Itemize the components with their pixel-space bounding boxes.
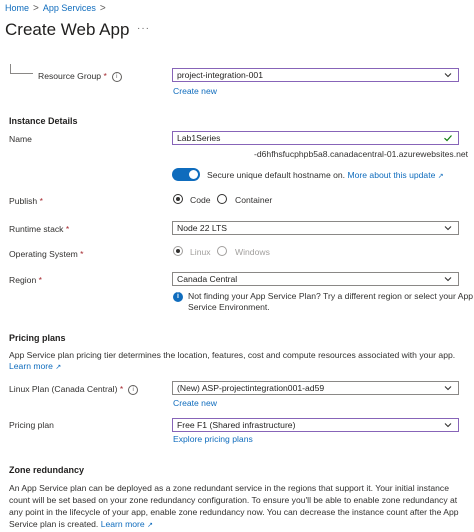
name-value: Lab1Series <box>177 133 221 143</box>
required-marker: * <box>39 196 43 206</box>
required-marker: * <box>80 249 84 259</box>
region-label-text: Region <box>9 275 37 285</box>
external-link-icon: ↗ <box>147 522 153 529</box>
zone-redundancy-line: An App Service plan can be deployed as a… <box>9 483 450 493</box>
explore-pricing-plans-link[interactable]: Explore pricing plans <box>173 434 253 444</box>
runtime-stack-label-text: Runtime stack <box>9 224 64 234</box>
more-about-update-link[interactable]: More about this update ↗ <box>347 170 443 180</box>
os-linux-radio[interactable] <box>173 246 183 256</box>
zone-learn-more-link[interactable]: Learn more ↗ <box>101 519 153 529</box>
zone-redundancy-line: count will be set based on your zone red… <box>9 495 458 505</box>
chevron-down-icon <box>444 423 452 428</box>
hostname-suffix: -d6hfhsfucphpb5a8.canadacentral-01.azure… <box>254 149 469 159</box>
breadcrumb-separator: > <box>33 3 39 14</box>
linux-plan-label-text: Linux Plan (Canada Central) <box>9 384 118 394</box>
os-windows-label: Windows <box>235 247 270 257</box>
zone-redundancy-line: any point in the lifecycle of your app, … <box>9 507 459 517</box>
zone-redundancy-last-line: Service plan is created. Learn more ↗ <box>9 518 459 532</box>
instance-details-heading: Instance Details <box>9 116 78 126</box>
chevron-down-icon <box>444 226 452 231</box>
name-label: Name <box>9 134 32 144</box>
pricing-plan-value: Free F1 (Shared infrastructure) <box>177 420 296 430</box>
operating-system-label-text: Operating System <box>9 249 78 259</box>
info-icon[interactable]: i <box>128 384 139 395</box>
publish-label-text: Publish <box>9 196 38 206</box>
zone-learn-more-text: Learn more <box>100 519 145 529</box>
more-options-button[interactable]: ··· <box>137 23 150 34</box>
required-marker: * <box>103 71 107 81</box>
pricing-plans-description: App Service plan pricing tier determines… <box>9 350 456 360</box>
publish-code-label: Code <box>190 195 211 205</box>
publish-code-radio[interactable] <box>173 194 183 204</box>
create-new-resource-group-link[interactable]: Create new <box>173 86 217 96</box>
info-icon[interactable]: i <box>111 71 122 82</box>
resource-group-value: project-integration-001 <box>177 70 263 80</box>
breadcrumb-home[interactable]: Home <box>5 3 29 13</box>
required-marker: * <box>38 275 42 285</box>
pricing-plan-label: Pricing plan <box>9 420 54 430</box>
pricing-plan-select[interactable]: Free F1 (Shared infrastructure) <box>172 418 459 432</box>
name-input[interactable]: Lab1Series <box>172 131 459 145</box>
breadcrumb: Home > App Services > <box>5 3 110 14</box>
region-label: Region * <box>9 275 42 285</box>
required-marker: * <box>119 384 124 394</box>
runtime-stack-select[interactable]: Node 22 LTS <box>172 221 459 235</box>
linux-plan-select[interactable]: (New) ASP-projectintegration001-ad59 <box>172 381 459 395</box>
publish-container-radio[interactable] <box>217 194 227 204</box>
create-new-plan-link[interactable]: Create new <box>173 398 217 408</box>
runtime-stack-label: Runtime stack * <box>9 224 69 234</box>
info-icon: i <box>173 292 183 302</box>
os-windows-radio[interactable] <box>217 246 227 256</box>
pricing-plans-heading: Pricing plans <box>9 333 66 343</box>
zone-redundancy-description: An App Service plan can be deployed as a… <box>9 482 459 532</box>
zone-redundancy-heading: Zone redundancy <box>9 465 85 475</box>
pricing-learn-more-link[interactable]: Learn more ↗ <box>9 361 61 371</box>
chevron-down-icon <box>444 386 452 391</box>
runtime-stack-value: Node 22 LTS <box>177 223 228 233</box>
chevron-down-icon <box>444 73 452 78</box>
publish-container-label: Container <box>235 195 273 205</box>
resource-group-select[interactable]: project-integration-001 <box>172 68 459 82</box>
required-marker: * <box>65 224 70 234</box>
breadcrumb-app-services[interactable]: App Services <box>43 3 96 13</box>
region-select[interactable]: Canada Central <box>172 272 459 286</box>
publish-label: Publish * <box>9 196 43 206</box>
region-value: Canada Central <box>177 274 238 284</box>
breadcrumb-separator: > <box>99 3 106 14</box>
tree-connector <box>10 73 33 74</box>
secure-hostname-label: Secure unique default hostname on. <box>207 170 346 180</box>
resource-group-label-text: Resource Group <box>38 71 102 81</box>
chevron-down-icon <box>444 277 452 282</box>
os-linux-label: Linux <box>190 247 211 257</box>
external-link-icon: ↗ <box>55 364 62 371</box>
checkmark-icon <box>444 135 452 142</box>
secure-hostname-toggle[interactable] <box>172 168 200 181</box>
operating-system-label: Operating System * <box>9 249 84 259</box>
region-info-line2: Service Environment. <box>188 302 270 312</box>
linux-plan-value: (New) ASP-projectintegration001-ad59 <box>177 383 325 393</box>
page-title: Create Web App <box>5 20 130 39</box>
zone-redundancy-line: Service plan is created. <box>9 519 99 529</box>
resource-group-label: Resource Group * i <box>38 71 122 82</box>
linux-plan-label: Linux Plan (Canada Central) * i <box>9 384 139 395</box>
pricing-learn-more-text: Learn more <box>9 361 53 371</box>
more-about-update-text: More about this update <box>347 170 436 180</box>
external-link-icon: ↗ <box>437 173 444 180</box>
region-info-line1: Not finding your App Service Plan? Try a… <box>188 291 474 301</box>
secure-hostname-row: Secure unique default hostname on. More … <box>207 170 444 180</box>
